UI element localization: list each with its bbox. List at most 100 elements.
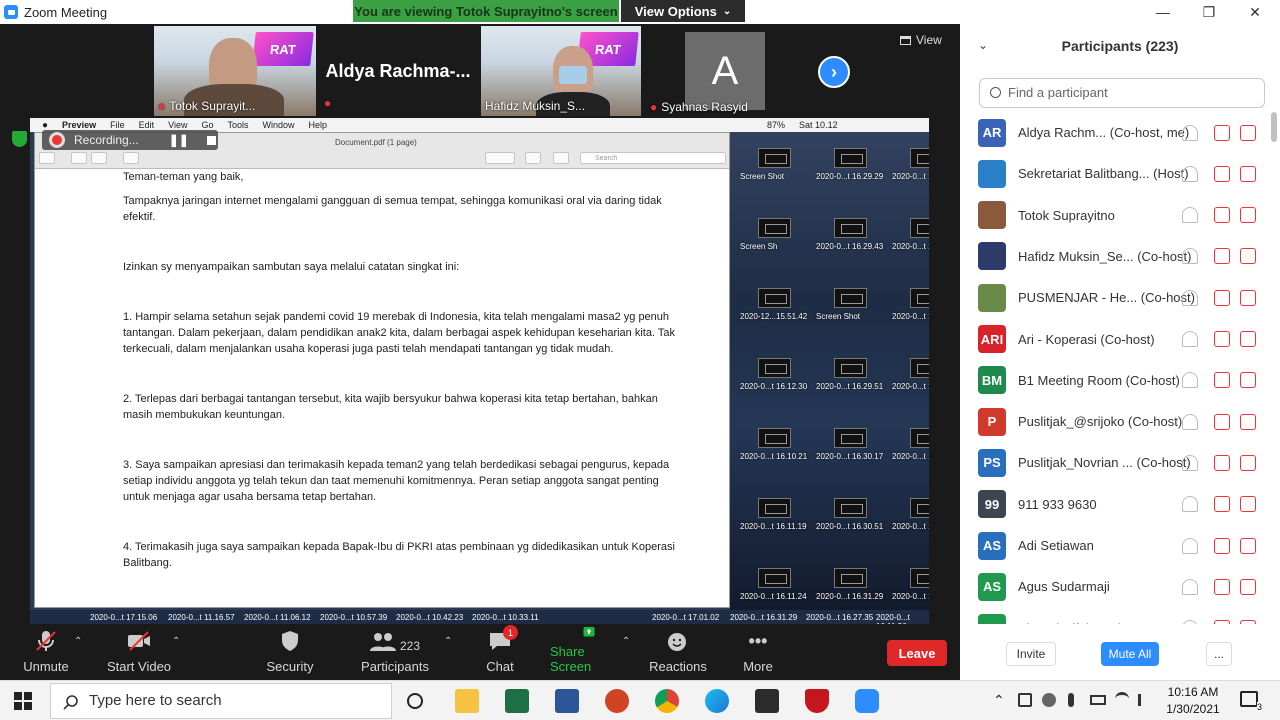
participant-row[interactable]: AR Aldya Rachm... (Co-host, me) <box>960 112 1270 153</box>
mute-all-button[interactable]: Mute All <box>1101 642 1159 666</box>
menu-view[interactable]: View <box>168 120 187 130</box>
more-options-button[interactable]: ... <box>1206 642 1232 666</box>
desktop-screenshot-icon[interactable] <box>910 498 929 518</box>
participant-row[interactable]: AS Agus Sudarmaji <box>960 566 1270 607</box>
minimize-icon[interactable]: — <box>1140 0 1186 24</box>
desktop-screenshot-icon[interactable] <box>758 218 791 238</box>
participant-row[interactable]: ARI Ari - Koperasi (Co-host) <box>960 319 1270 360</box>
menu-tools[interactable]: Tools <box>227 120 248 130</box>
desktop-screenshot-icon[interactable] <box>910 218 929 238</box>
edge-icon[interactable] <box>705 689 729 713</box>
video-tile[interactable]: Aldya Rachma-... ● <box>318 26 478 116</box>
participant-row[interactable]: PUSMENJAR - He... (Co-host) <box>960 277 1270 318</box>
sticky-app-icon[interactable] <box>755 689 779 713</box>
participant-row[interactable]: 99 911 933 9630 <box>960 484 1270 525</box>
menu-help[interactable]: Help <box>309 120 328 130</box>
wifi-icon[interactable] <box>1115 692 1129 706</box>
chevron-up-icon[interactable]: ⌃ <box>444 636 452 647</box>
menu-file[interactable]: File <box>110 120 125 130</box>
view-button[interactable]: View <box>900 33 942 47</box>
start-video-button[interactable]: Start Video <box>104 626 174 680</box>
view-options-button[interactable]: View Options ⌄ <box>621 0 745 22</box>
menu-go[interactable]: Go <box>201 120 213 130</box>
task-view-icon[interactable] <box>407 693 423 709</box>
zoom-in-icon[interactable] <box>91 152 107 164</box>
video-tile[interactable]: RAT ● Totok Suprayit... <box>154 26 316 116</box>
panel-scrollbar[interactable] <box>1271 112 1277 142</box>
tray-app-icon[interactable] <box>1018 693 1032 707</box>
desktop-screenshot-icon[interactable] <box>758 148 791 168</box>
markup-icon[interactable] <box>485 152 515 164</box>
annotate-icon[interactable] <box>553 152 569 164</box>
taskbar-search-input[interactable]: Type here to search <box>50 683 392 719</box>
pause-recording-icon[interactable]: ❚❚ <box>169 133 189 147</box>
sidebar-toggle-icon[interactable] <box>39 152 55 164</box>
close-icon[interactable]: ✕ <box>1232 0 1278 24</box>
encryption-shield-icon[interactable] <box>12 131 27 147</box>
desktop-screenshot-icon[interactable] <box>758 428 791 448</box>
maximize-icon[interactable]: ❐ <box>1186 0 1232 24</box>
desktop-screenshot-icon[interactable] <box>834 218 867 238</box>
zoom-out-icon[interactable] <box>71 152 87 164</box>
desktop-screenshot-icon[interactable] <box>834 358 867 378</box>
word-icon[interactable] <box>555 689 579 713</box>
preview-search-field[interactable]: Search <box>580 152 726 164</box>
menu-window[interactable]: Window <box>263 120 295 130</box>
desktop-screenshot-icon[interactable] <box>910 148 929 168</box>
participant-row[interactable]: Sekretariat Balitbang... (Host) <box>960 153 1270 194</box>
desktop-screenshot-icon[interactable] <box>910 288 929 308</box>
chevron-up-icon[interactable]: ⌃ <box>74 636 82 647</box>
video-tile[interactable]: RAT Hafidz Muksin_S... <box>481 26 641 116</box>
mcafee-icon[interactable] <box>805 689 829 713</box>
windows-start-icon[interactable] <box>14 692 32 710</box>
reactions-button[interactable]: Reactions <box>648 626 708 680</box>
participant-row[interactable]: PS Puslitjak_Novrian ... (Co-host) <box>960 442 1270 483</box>
unmute-button[interactable]: Unmute <box>22 626 70 680</box>
participant-row[interactable]: Totok Suprayitno <box>960 195 1270 236</box>
participant-row[interactable]: Hafidz Muksin_Se... (Co-host) <box>960 236 1270 277</box>
file-explorer-icon[interactable] <box>455 689 479 713</box>
tray-cloud-icon[interactable] <box>1042 693 1056 707</box>
menu-preview[interactable]: Preview <box>62 120 96 130</box>
desktop-screenshot-icon[interactable] <box>758 498 791 518</box>
desktop-screenshot-icon[interactable] <box>834 148 867 168</box>
desktop-screenshot-icon[interactable] <box>834 288 867 308</box>
volume-icon[interactable] <box>1138 694 1150 706</box>
desktop-screenshot-icon[interactable] <box>834 568 867 588</box>
stop-recording-icon[interactable] <box>206 135 216 145</box>
desktop-screenshot-icon[interactable] <box>910 358 929 378</box>
chevron-up-icon[interactable]: ⌃ <box>172 636 180 647</box>
tray-mic-icon[interactable] <box>1068 693 1074 707</box>
participant-row[interactable]: P Puslitjak_@srijoko (Co-host) <box>960 401 1270 442</box>
chevron-up-icon[interactable]: ⌃ <box>622 636 630 647</box>
share-icon[interactable] <box>123 152 139 164</box>
more-button[interactable]: ••• More <box>738 626 778 680</box>
taskbar-clock[interactable]: 10:16 AM 1/30/2021 <box>1164 684 1222 718</box>
desktop-screenshot-icon[interactable] <box>834 498 867 518</box>
zoom-taskbar-icon[interactable] <box>855 689 879 713</box>
desktop-screenshot-icon[interactable] <box>758 358 791 378</box>
next-page-button[interactable]: › <box>818 56 850 88</box>
participant-row[interactable]: AR Ahmad Rifai H. Si... <box>960 608 1270 624</box>
participants-button[interactable]: 223 Participants <box>360 626 430 680</box>
desktop-screenshot-icon[interactable] <box>758 568 791 588</box>
leave-button[interactable]: Leave <box>887 640 947 666</box>
tray-chevron-up-icon[interactable]: ⌃ <box>993 692 1005 709</box>
menu-edit[interactable]: Edit <box>139 120 155 130</box>
excel-icon[interactable] <box>505 689 529 713</box>
chat-button[interactable]: 1 Chat <box>480 625 520 680</box>
chrome-icon[interactable] <box>655 689 679 713</box>
share-screen-button[interactable]: Share Screen <box>550 626 628 680</box>
desktop-screenshot-icon[interactable] <box>758 288 791 308</box>
desktop-screenshot-icon[interactable] <box>910 568 929 588</box>
battery-icon[interactable] <box>1090 695 1106 705</box>
desktop-screenshot-icon[interactable] <box>834 428 867 448</box>
find-participant-input[interactable]: Find a participant <box>979 78 1265 108</box>
rotate-icon[interactable] <box>525 152 541 164</box>
security-button[interactable]: Security <box>264 626 316 680</box>
invite-button[interactable]: Invite <box>1006 642 1056 666</box>
notifications-icon[interactable]: 3 <box>1240 691 1262 712</box>
desktop-screenshot-icon[interactable] <box>910 428 929 448</box>
powerpoint-icon[interactable] <box>605 689 629 713</box>
participant-row[interactable]: BM B1 Meeting Room (Co-host) <box>960 360 1270 401</box>
